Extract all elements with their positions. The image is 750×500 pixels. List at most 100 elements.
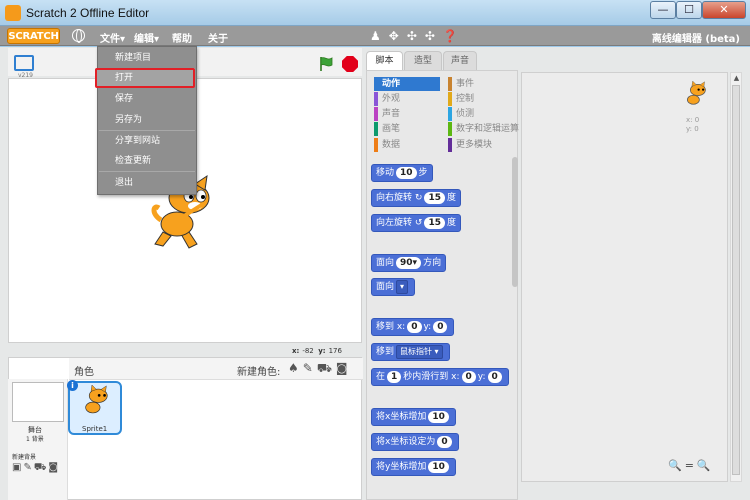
scroll-up-icon[interactable]: ▲: [732, 74, 741, 83]
category-color-bar: [374, 92, 378, 106]
category-more-blocks[interactable]: 更多模块: [448, 138, 492, 152]
block-input[interactable]: 15: [424, 192, 445, 204]
block-input[interactable]: 15: [424, 217, 445, 229]
fullscreen-icon[interactable]: [14, 55, 34, 71]
close-button[interactable]: ✕: [702, 1, 746, 19]
new-sprite-label: 新建角色:: [237, 367, 281, 378]
sprite-x-readout: x: 0: [686, 116, 700, 124]
language-globe-icon[interactable]: [72, 29, 85, 43]
window-scrollbar[interactable]: ▲: [730, 72, 742, 482]
sprites-label: 角色: [74, 367, 94, 378]
category-looks[interactable]: 外观: [374, 92, 400, 106]
window-titlebar: Scratch 2 Offline Editor — ☐ ✕: [0, 0, 750, 26]
block-set-x[interactable]: 将x坐标设定为 0: [371, 433, 459, 451]
block-dropdown[interactable]: 鼠标指针 ▾: [396, 345, 443, 359]
block-text: 将y坐标增加: [376, 462, 427, 472]
block-point-towards[interactable]: 面向 ▾: [371, 278, 416, 296]
file-menu-open[interactable]: 打开: [95, 68, 195, 88]
zoom-controls[interactable]: 🔍=🔍: [668, 459, 714, 472]
block-go-to[interactable]: 移到 鼠标指针 ▾: [371, 343, 450, 361]
scrollbar-thumb[interactable]: [732, 85, 740, 475]
block-input[interactable]: 0: [407, 321, 422, 333]
new-backdrop-icons[interactable]: ▣✎⛟◙: [12, 462, 60, 475]
file-menu-new-project[interactable]: 新建项目: [99, 49, 195, 67]
new-backdrop-label: 新建背景: [12, 454, 37, 461]
stage-thumbnail[interactable]: [12, 382, 64, 422]
block-text: 面向: [376, 258, 395, 268]
file-menu-share[interactable]: 分享到网站: [99, 132, 195, 150]
menu-help[interactable]: 帮助: [172, 30, 192, 45]
block-move-steps[interactable]: 移动 10 步: [371, 164, 433, 182]
block-input[interactable]: 0: [433, 321, 448, 333]
category-color-bar: [374, 138, 378, 152]
block-input[interactable]: 10: [428, 461, 449, 473]
block-change-y[interactable]: 将y坐标增加 10: [371, 458, 456, 476]
block-text: 方向: [423, 258, 442, 268]
block-text: 将x坐标增加: [376, 412, 427, 422]
menu-edit[interactable]: 编辑▾: [134, 30, 159, 45]
rotate-clockwise-icon: ↻: [414, 193, 423, 203]
menu-about[interactable]: 关于: [208, 30, 228, 45]
file-menu-check-updates[interactable]: 检查更新: [99, 152, 195, 170]
block-dropdown[interactable]: ▾: [396, 280, 409, 294]
scratch-logo[interactable]: SCRATCH: [7, 28, 60, 44]
block-text: y:: [423, 322, 432, 332]
category-motion[interactable]: 动作: [374, 77, 440, 91]
block-input[interactable]: 0: [461, 371, 476, 383]
minimize-button[interactable]: —: [650, 1, 676, 19]
block-text: 度: [446, 193, 456, 203]
palette-scrollbar[interactable]: [512, 157, 518, 287]
category-label: 控制: [456, 94, 475, 104]
block-point-in-direction[interactable]: 面向 90▾ 方向: [371, 254, 447, 272]
block-go-to-xy[interactable]: 移到 x: 0 y: 0: [371, 318, 455, 336]
block-text: 秒内滑行到 x:: [403, 372, 460, 382]
tab-scripts[interactable]: 脚本: [366, 51, 403, 70]
backdrop-count: 1 背景: [26, 436, 44, 443]
sprite-info-icon[interactable]: i: [67, 380, 78, 391]
block-text: 向右旋转: [376, 193, 413, 203]
block-text: 度: [446, 218, 456, 228]
category-events[interactable]: 事件: [448, 77, 474, 91]
block-input[interactable]: 1: [387, 371, 402, 383]
block-glide[interactable]: 在 1 秒内滑行到 x: 0 y: 0: [371, 368, 509, 386]
sprite-name-label: Sprite1: [82, 425, 108, 433]
menu-file[interactable]: 文件▾: [97, 30, 128, 45]
new-sprite-icons[interactable]: ♠✎⛟◙: [288, 361, 352, 377]
file-menu-exit[interactable]: 退出: [99, 174, 195, 192]
scratch-app-icon: [5, 5, 21, 21]
category-pen[interactable]: 画笔: [374, 122, 400, 136]
block-text: 面向: [376, 282, 395, 292]
block-text: 向左旋转: [376, 218, 413, 228]
block-change-x[interactable]: 将x坐标增加 10: [371, 408, 456, 426]
block-turn-left[interactable]: 向左旋转 ↺ 15 度: [371, 214, 461, 232]
sprite-y-readout: y: 0: [686, 125, 699, 133]
category-sound[interactable]: 声音: [374, 107, 400, 121]
category-color-bar: [448, 138, 452, 152]
category-color-bar: [448, 77, 452, 91]
rotate-counterclockwise-icon: ↺: [414, 218, 423, 228]
tab-sounds[interactable]: 声音: [443, 51, 477, 70]
sprite-cat-thumbnail: [85, 385, 108, 414]
block-turn-right[interactable]: 向右旋转 ↻ 15 度: [371, 189, 461, 207]
sprite-position-readout: x: 0 y: 0: [686, 116, 699, 134]
block-input[interactable]: 10: [428, 411, 449, 423]
maximize-button[interactable]: ☐: [676, 1, 702, 19]
block-text: 移到 x:: [376, 322, 406, 332]
file-menu-save[interactable]: 保存: [99, 90, 195, 108]
category-data[interactable]: 数据: [374, 138, 400, 152]
file-menu-save-as[interactable]: 另存为: [99, 111, 195, 129]
category-sensing[interactable]: 侦测: [448, 107, 474, 121]
category-label: 更多模块: [456, 140, 493, 150]
block-text: 移动: [376, 168, 395, 178]
block-input[interactable]: 90▾: [396, 257, 422, 269]
block-input[interactable]: 0: [437, 436, 452, 448]
category-color-bar: [374, 77, 378, 91]
category-control[interactable]: 控制: [448, 92, 474, 106]
category-operators[interactable]: 数字和逻辑运算: [448, 122, 519, 136]
block-input[interactable]: 10: [396, 167, 417, 179]
green-flag-icon[interactable]: [318, 56, 334, 72]
block-input[interactable]: 0: [487, 371, 502, 383]
toolbar-icons[interactable]: ♟✥✣✣❓: [370, 29, 466, 43]
block-text: 步: [418, 168, 428, 178]
tab-costumes[interactable]: 造型: [404, 51, 442, 70]
